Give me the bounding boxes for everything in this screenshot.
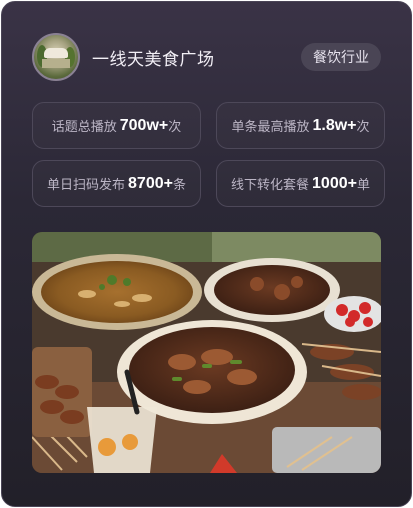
stat-topic-plays: 话题总播放 700w+ 次 — [32, 102, 201, 149]
stat-max-plays: 单条最高播放 1.8w+ 次 — [216, 102, 385, 149]
stat-daily-scans: 单日扫码发布 8700+ 条 — [32, 160, 201, 207]
stat-label: 线下转化套餐 — [231, 177, 310, 192]
stat-label: 话题总播放 — [51, 119, 117, 134]
stat-value: 1.8w+ — [312, 116, 357, 134]
stat-value: 1000+ — [312, 174, 357, 192]
stat-label: 单条最高播放 — [231, 119, 310, 134]
brand-name: 一线天美食广场 — [92, 49, 215, 69]
food-table-illustration — [32, 232, 381, 473]
stat-value: 700w+ — [119, 116, 169, 134]
stat-unit: 次 — [356, 119, 370, 134]
stat-unit: 单 — [356, 177, 370, 192]
stat-value: 8700+ — [128, 174, 173, 192]
brand-avatar — [32, 33, 80, 81]
stat-label: 单日扫码发布 — [47, 177, 126, 192]
brand-case-card: 一线天美食广场 餐饮行业 话题总播放 700w+ 次 单条最高播放 1.8w+ … — [1, 1, 412, 507]
food-photo — [32, 232, 381, 473]
stat-offline-orders: 线下转化套餐 1000+ 单 — [216, 160, 385, 207]
card-header: 一线天美食广场 餐饮行业 — [32, 32, 381, 82]
industry-tag: 餐饮行业 — [301, 43, 381, 71]
stat-unit: 次 — [168, 119, 182, 134]
stat-unit: 条 — [172, 177, 186, 192]
